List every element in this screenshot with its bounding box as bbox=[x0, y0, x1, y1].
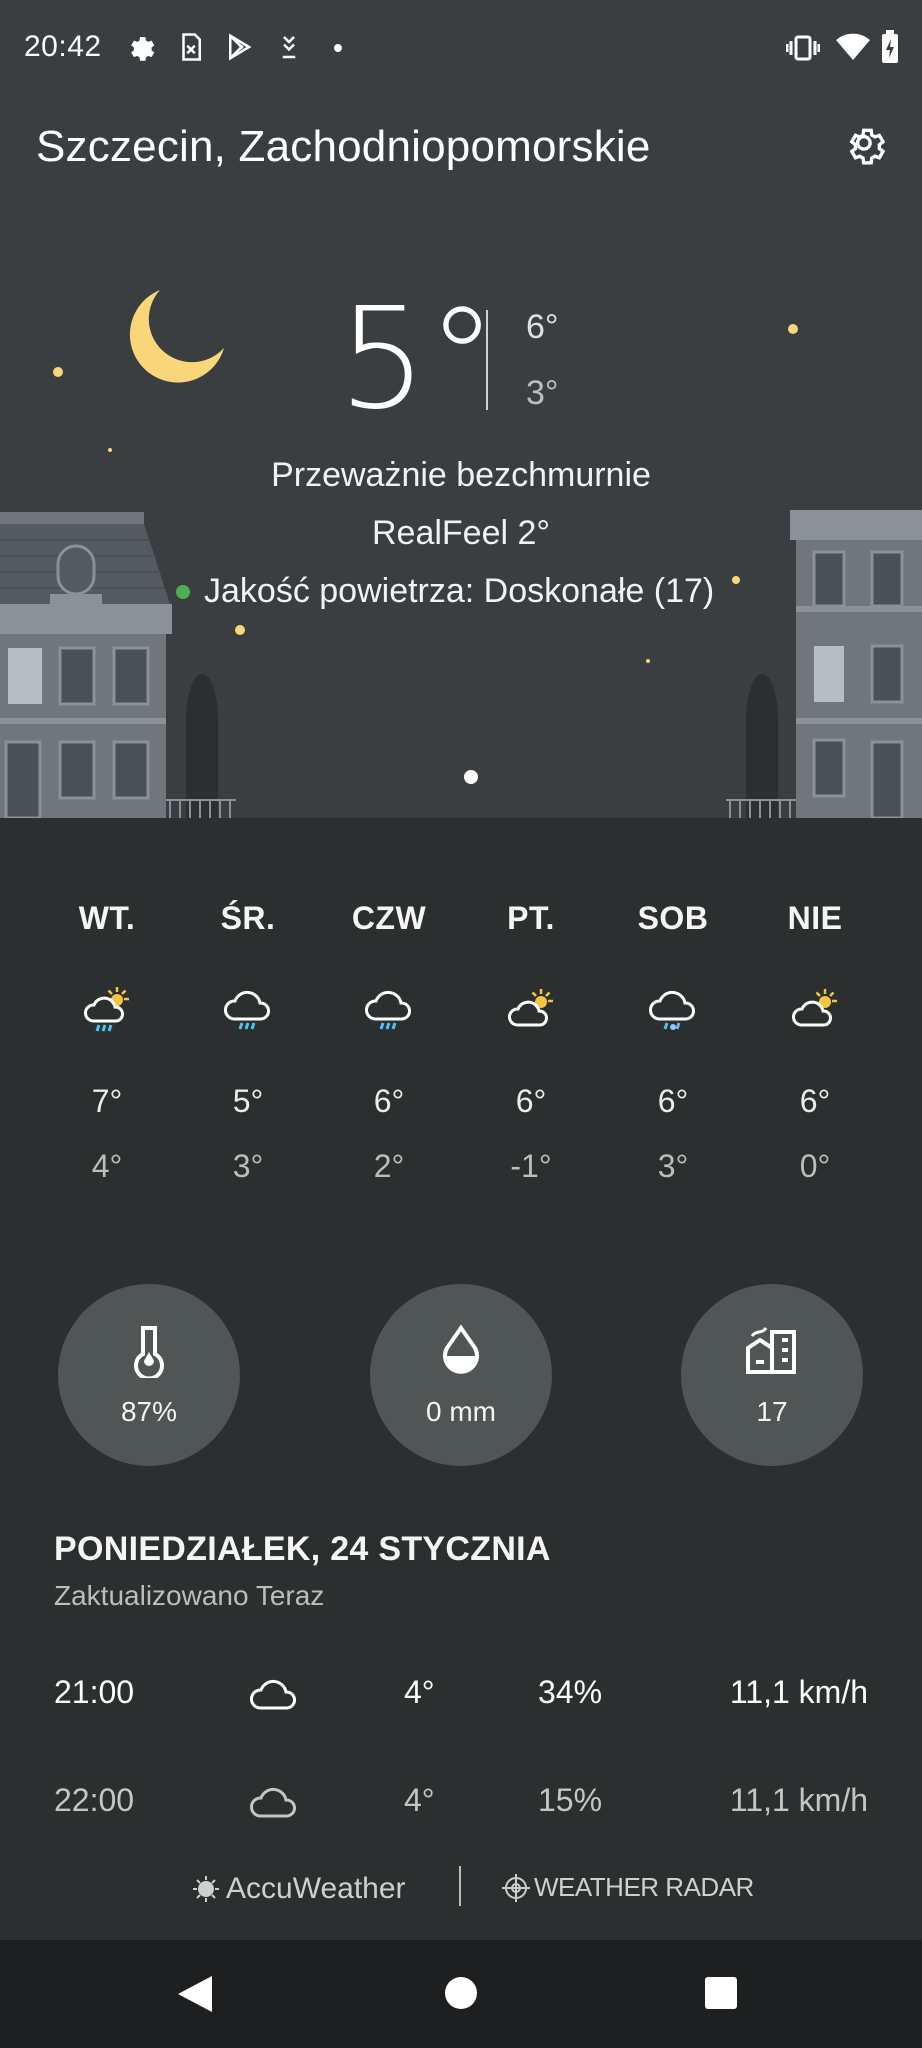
snow-rain-icon bbox=[649, 990, 695, 1030]
forecast-low: 3° bbox=[657, 1148, 689, 1184]
accuweather-link[interactable]: AccuWeather bbox=[192, 1872, 406, 1906]
factory-pollution-icon bbox=[746, 1327, 796, 1374]
forecast-high: 6° bbox=[373, 1083, 405, 1119]
hour-precip-chance: 34% bbox=[538, 1674, 603, 1710]
hourly-row[interactable]: 22:00 4° 15% 11,1 km/h bbox=[0, 1782, 922, 1842]
hour-wind: 11,1 km/h bbox=[729, 1782, 868, 1818]
forecast-day-name: PT. bbox=[507, 900, 555, 936]
forecast-low: -1° bbox=[510, 1148, 552, 1184]
forecast-day-name: SOB bbox=[637, 900, 709, 936]
forecast-day[interactable]: CZW 6° 2° bbox=[318, 900, 460, 1185]
air-quality-text: Jakość powietrza: Doskonałe (17) bbox=[204, 572, 715, 610]
precipitation-value: 0 mm bbox=[426, 1396, 496, 1427]
partly-sunny-rain-icon bbox=[84, 987, 129, 1032]
air-quality-index-value: 17 bbox=[756, 1396, 788, 1427]
humidity-value: 87% bbox=[120, 1396, 178, 1427]
accuweather-sun-icon bbox=[193, 1876, 219, 1902]
accuweather-label: AccuWeather bbox=[226, 1872, 406, 1905]
today-low: 3° bbox=[526, 374, 559, 412]
forecast-day[interactable]: ŚR. 5° 3° bbox=[177, 900, 319, 1185]
forecast-low: 4° bbox=[91, 1148, 123, 1184]
forecast-day[interactable]: WT. 7° 4° bbox=[36, 900, 178, 1185]
forecast-high: 6° bbox=[657, 1083, 689, 1119]
air-quality-metric[interactable]: 17 bbox=[681, 1284, 863, 1466]
hour-temperature: 4° bbox=[404, 1782, 435, 1818]
rain-icon bbox=[365, 990, 411, 1030]
forecast-day-name: ŚR. bbox=[220, 900, 276, 936]
footer-divider bbox=[459, 1866, 461, 1906]
radar-crosshair-icon bbox=[502, 1873, 530, 1902]
hour-wind: 11,1 km/h bbox=[729, 1674, 868, 1710]
precipitation-metric[interactable]: 0 mm bbox=[370, 1284, 552, 1466]
forecast-low: 2° bbox=[373, 1148, 405, 1184]
condition-text: Przeważnie bezchmurnie bbox=[271, 456, 651, 494]
weather-radar-link[interactable]: WEATHER RADAR bbox=[502, 1872, 754, 1903]
recents-icon[interactable] bbox=[704, 1976, 738, 2010]
back-icon[interactable] bbox=[176, 1974, 214, 2014]
forecast-low: 3° bbox=[232, 1148, 264, 1184]
partly-sunny-icon bbox=[508, 989, 553, 1027]
forecast-high: 5° bbox=[232, 1083, 264, 1119]
realfeel-text: RealFeel 2° bbox=[371, 514, 551, 552]
air-quality-row[interactable]: Jakość powietrza: Doskonałe (17) bbox=[176, 572, 714, 611]
thermometer-humidity-icon bbox=[134, 1326, 164, 1378]
forecast-high: 7° bbox=[91, 1083, 123, 1119]
forecast-day[interactable]: PT. 6° -1° bbox=[460, 900, 602, 1185]
date-heading: PONIEDZIAŁEK, 24 STYCZNIA bbox=[54, 1530, 551, 1568]
temperature-divider bbox=[486, 310, 488, 410]
forecast-low: 0° bbox=[799, 1148, 831, 1184]
rain-icon bbox=[224, 990, 270, 1030]
partly-sunny-icon bbox=[792, 989, 837, 1027]
forecast-high: 6° bbox=[515, 1083, 547, 1119]
hourly-row[interactable]: 21:00 4° 34% 11,1 km/h bbox=[0, 1674, 922, 1734]
forecast-day[interactable]: NIE 6° 0° bbox=[744, 900, 886, 1185]
forecast-day-name: NIE bbox=[787, 900, 843, 936]
water-drop-icon bbox=[443, 1324, 479, 1374]
current-temperature: 5° bbox=[338, 278, 498, 441]
forecast-high: 6° bbox=[799, 1083, 831, 1119]
moon-icon bbox=[129, 290, 224, 383]
air-quality-status-dot bbox=[176, 584, 190, 599]
cloud-icon bbox=[250, 1787, 296, 1818]
weather-radar-label: WEATHER RADAR bbox=[534, 1872, 754, 1902]
forecast-day-name: WT. bbox=[78, 900, 136, 936]
system-navigation-bar bbox=[0, 1940, 922, 2048]
hero-panel: 20:42 Szczecin, Zachodniopomorskie 5° 6°… bbox=[0, 0, 922, 818]
forecast-day-name: CZW bbox=[351, 900, 427, 936]
page-indicator-dot bbox=[464, 770, 478, 784]
hour-time: 21:00 bbox=[54, 1674, 135, 1710]
updated-text: Zaktualizowano Teraz bbox=[54, 1580, 325, 1611]
cloud-icon bbox=[250, 1679, 296, 1710]
hour-time: 22:00 bbox=[54, 1782, 135, 1818]
hour-precip-chance: 15% bbox=[538, 1782, 603, 1818]
forecast-day[interactable]: SOB 6° 3° bbox=[602, 900, 744, 1185]
hour-temperature: 4° bbox=[404, 1674, 435, 1710]
humidity-metric[interactable]: 87% bbox=[58, 1284, 240, 1466]
home-icon[interactable] bbox=[444, 1976, 478, 2010]
today-high: 6° bbox=[526, 308, 559, 346]
